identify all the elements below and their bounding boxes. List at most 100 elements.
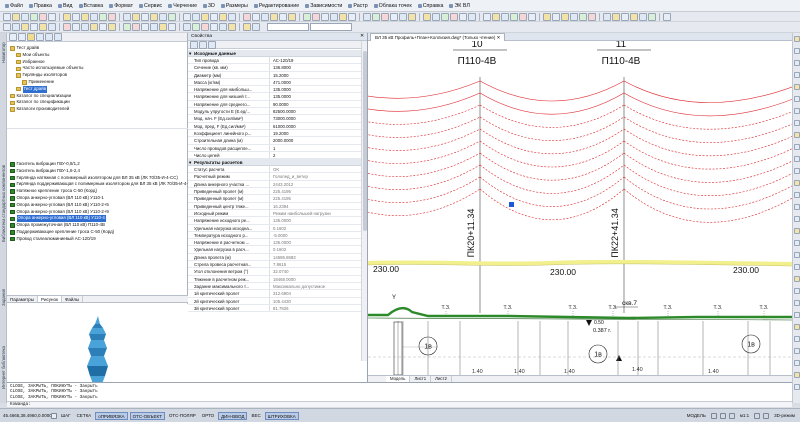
wire-icon[interactable]	[159, 12, 167, 21]
property-row[interactable]: Приведенный центр тяже... 16.2394	[188, 202, 362, 210]
redo-icon[interactable]	[3, 23, 11, 31]
component-item[interactable]: Провод сталеалюминиевый АС-120/19	[7, 236, 188, 243]
print-icon[interactable]	[192, 23, 200, 31]
zoom-icon[interactable]	[99, 12, 107, 21]
regen-icon[interactable]	[794, 156, 800, 162]
tree-item[interactable]: Гирлянды изоляторов	[7, 72, 187, 79]
property-row[interactable]: Напряжение исходного ре... 135.0000	[188, 217, 362, 225]
render-icon[interactable]	[201, 12, 209, 21]
property-row[interactable]: Стрела провеса расчетная... 7.8615	[188, 261, 362, 269]
menu-item-12[interactable]: Облака точек	[371, 3, 415, 9]
new-icon[interactable]	[210, 12, 218, 21]
match-icon[interactable]	[492, 12, 500, 21]
copy-icon[interactable]	[270, 12, 278, 21]
save-icon[interactable]	[228, 12, 236, 21]
print-icon[interactable]	[648, 12, 656, 21]
scroll-thumb[interactable]	[363, 51, 367, 231]
cut-icon[interactable]	[219, 23, 227, 31]
match-icon[interactable]	[39, 23, 47, 31]
menu-item-9[interactable]: Редактирование	[251, 3, 302, 9]
status-toggle-button[interactable]: ВЕС	[249, 412, 262, 420]
menu-item-11[interactable]: Растр	[345, 3, 370, 9]
property-row[interactable]: Тип провода АС-120/19	[188, 57, 362, 65]
render-icon[interactable]	[408, 12, 416, 21]
calc-icon[interactable]	[141, 12, 149, 21]
property-row[interactable]: Напряжение для низшей т... 135.0000	[188, 93, 362, 101]
layer-icon[interactable]	[528, 12, 536, 21]
library-icon[interactable]	[543, 12, 551, 21]
component-item[interactable]: Гирлянда натяжная с полимерный изоляторо…	[7, 175, 188, 182]
help-icon[interactable]	[603, 12, 611, 21]
property-row[interactable]: Коэффициент линейного р... 19.2000	[188, 129, 362, 138]
zoom-in-icon[interactable]	[794, 216, 800, 222]
property-row[interactable]: Статус расчета OK	[188, 166, 362, 174]
tree-item[interactable]: Тест драйв	[7, 45, 187, 52]
cut-icon[interactable]	[261, 12, 269, 21]
close-icon[interactable]: ✕	[497, 35, 501, 40]
document-tab[interactable]: ВЛ 35 кВ Профиль+План+Коллизия.dwg* (Тол…	[370, 33, 506, 41]
tab-component-library[interactable]: Библиотека стандартных компонентов	[0, 143, 7, 263]
library-tab[interactable]: Файлы	[62, 296, 84, 302]
table-icon[interactable]	[390, 12, 398, 21]
workspace-gear-icon[interactable]	[754, 412, 761, 419]
help-icon[interactable]	[192, 12, 200, 21]
menu-item-2[interactable]: Вид	[55, 3, 76, 9]
redo-icon[interactable]	[48, 12, 56, 21]
save-icon[interactable]	[183, 23, 191, 31]
copy-icon[interactable]	[21, 23, 29, 31]
property-value[interactable]: 1	[270, 145, 362, 151]
save-icon[interactable]	[21, 12, 29, 21]
zoom-extents-icon[interactable]	[794, 288, 800, 294]
clean-screen-icon[interactable]	[763, 412, 770, 419]
table-icon[interactable]	[141, 23, 149, 31]
layers-icon[interactable]	[794, 360, 800, 366]
render-icon[interactable]	[612, 12, 620, 21]
property-value[interactable]: 2	[270, 152, 362, 158]
pan-icon[interactable]	[252, 23, 260, 31]
pole-icon[interactable]	[579, 12, 587, 21]
ucs-icon[interactable]	[51, 412, 57, 419]
property-value[interactable]: АС-120/19	[270, 57, 362, 63]
cut-icon[interactable]	[12, 23, 20, 31]
open-icon[interactable]	[12, 12, 20, 21]
zoom-out-icon[interactable]	[794, 48, 800, 54]
paste-icon[interactable]	[30, 23, 38, 31]
redo-icon[interactable]	[459, 12, 467, 21]
annotation-visibility-icon[interactable]	[719, 412, 726, 419]
pan-icon[interactable]	[90, 12, 98, 21]
group-source-data[interactable]: Исходные данные	[188, 50, 362, 57]
status-toggle-button[interactable]: ОТС-ПОЛЯР	[167, 412, 198, 420]
menu-item-3[interactable]: Вставка	[76, 3, 107, 9]
property-row[interactable]: Задание максимального т... Максимально до…	[188, 282, 362, 291]
property-value[interactable]: 19.2000	[270, 130, 362, 136]
tree-item[interactable]: Мои объекты	[7, 52, 187, 59]
measure-icon[interactable]	[794, 372, 800, 378]
redo-icon[interactable]	[663, 12, 671, 21]
model-space-toggle[interactable]: МОДЕЛЬ	[685, 412, 708, 420]
library-icon[interactable]	[339, 12, 347, 21]
menu-item-1[interactable]: Правка	[26, 3, 55, 9]
zoom-previous-icon[interactable]	[794, 132, 800, 138]
help-icon[interactable]	[150, 23, 158, 31]
property-value[interactable]: 136.8000	[270, 64, 362, 70]
property-value[interactable]: 471.0000	[270, 79, 362, 85]
open-icon[interactable]	[423, 12, 431, 21]
pan-icon[interactable]	[501, 12, 509, 21]
property-value[interactable]: 73000.0000	[270, 115, 362, 121]
zoom-window-icon[interactable]	[108, 12, 116, 21]
undo-icon[interactable]	[243, 12, 251, 21]
open-icon[interactable]	[219, 12, 227, 21]
settings-icon[interactable]	[45, 33, 53, 41]
property-row[interactable]: Тяжение в расчетном реж... 18468.0000	[188, 275, 362, 283]
print-icon[interactable]	[30, 12, 38, 21]
workspace-switch[interactable]: 3D-режим	[772, 412, 797, 420]
profile-icon[interactable]	[150, 12, 158, 21]
layers-icon[interactable]	[794, 180, 800, 186]
library-tab[interactable]: Параметры	[7, 296, 38, 302]
measure-icon[interactable]	[794, 192, 800, 198]
property-value[interactable]: 61000.0000	[270, 123, 362, 129]
library-icon[interactable]	[132, 12, 140, 21]
property-row[interactable]: Напряжение для среднего... 90.0000	[188, 100, 362, 109]
property-row[interactable]: Напряжение в расчетном ... 135.0000	[188, 239, 362, 247]
new-icon[interactable]	[621, 12, 629, 21]
